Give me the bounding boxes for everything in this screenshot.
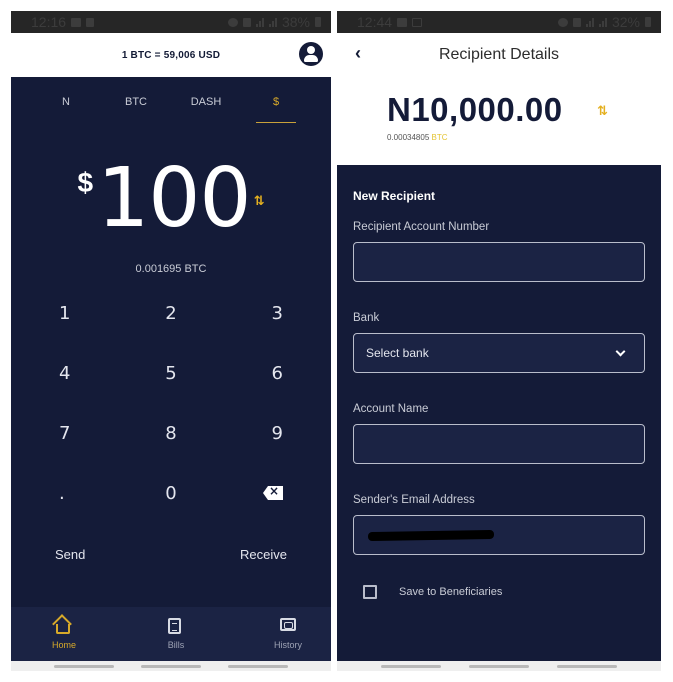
key-3[interactable]: 3 xyxy=(224,283,331,343)
nav-home[interactable]: Home xyxy=(39,618,89,650)
nav-history-label: History xyxy=(273,640,302,650)
currency-symbol: $ xyxy=(77,167,94,198)
alarm-icon xyxy=(557,17,568,27)
mute-icon xyxy=(572,17,581,27)
status-time: 12:16 xyxy=(31,14,67,30)
recipient-form: New Recipient Recipient Account Number B… xyxy=(337,165,661,661)
laptop-icon xyxy=(412,17,423,27)
account-number-label: Recipient Account Number xyxy=(353,221,490,233)
tab-btc[interactable]: BTC xyxy=(104,77,168,127)
notification-icon xyxy=(86,17,95,27)
tab-dash[interactable]: DASH xyxy=(174,77,238,127)
btc-equivalent: 0.001695 BTC xyxy=(135,263,207,275)
bank-label: Bank xyxy=(353,312,380,324)
nav-history[interactable]: History xyxy=(263,618,313,650)
transfer-amount: N10,000.00 ⇅ 0.00034805 BTC xyxy=(337,77,661,165)
swap-currency-icon[interactable]: ⇅ xyxy=(597,103,608,119)
bottom-navigation: Home Bills History xyxy=(11,607,331,661)
bank-select-placeholder: Select bank xyxy=(366,346,429,360)
status-bar: 12:44 32% xyxy=(337,11,661,33)
email-input[interactable] xyxy=(353,515,645,555)
exchange-rate: 1 BTC = 59,006 USD xyxy=(121,49,221,61)
nav-bills-label: Bills xyxy=(167,640,185,650)
key-6[interactable]: 6 xyxy=(224,343,331,403)
key-9[interactable]: 9 xyxy=(224,403,331,463)
account-number-input[interactable] xyxy=(353,242,645,282)
nav-home-label: Home xyxy=(51,640,76,650)
account-name-label: Account Name xyxy=(353,403,429,415)
battery-icon xyxy=(645,17,651,27)
key-0[interactable]: 0 xyxy=(118,463,225,523)
receive-button[interactable]: Receive xyxy=(240,547,287,562)
btc-equivalent: 0.00034805 BTC xyxy=(387,133,448,142)
recipient-details-screen: 12:44 32% ‹ Recipient Details N10,000.00… xyxy=(337,11,661,671)
key-backspace[interactable]: × xyxy=(224,463,331,523)
system-nav-recents[interactable] xyxy=(54,664,115,668)
back-icon[interactable]: ‹ xyxy=(355,43,361,64)
signal-icon-2 xyxy=(268,17,277,27)
nav-bills[interactable]: Bills xyxy=(151,618,201,650)
wallet-home-screen: 12:16 38% 1 BTC = 59,006 USD N BTC DASH … xyxy=(11,11,331,671)
page-title: Recipient Details xyxy=(438,46,560,63)
system-nav-bar xyxy=(11,661,331,671)
amount-entry-panel: N BTC DASH $ $ 100 ⇅ 0.001695 BTC 1 2 3 … xyxy=(11,77,331,607)
home-icon xyxy=(56,618,72,634)
btc-unit: BTC xyxy=(431,133,448,142)
currency-tabs: N BTC DASH $ xyxy=(11,77,331,127)
key-5[interactable]: 5 xyxy=(118,343,225,403)
save-beneficiary-row[interactable]: Save to Beneficiaries xyxy=(353,585,645,599)
key-4[interactable]: 4 xyxy=(11,343,118,403)
alarm-icon xyxy=(227,17,238,27)
numeric-keypad: 1 2 3 4 5 6 7 8 9 . 0 × xyxy=(11,283,331,523)
amount-value: N10,000.00 xyxy=(387,91,563,128)
key-1[interactable]: 1 xyxy=(11,283,118,343)
battery-percent: 32% xyxy=(611,14,640,30)
system-nav-recents[interactable] xyxy=(381,664,441,668)
key-decimal[interactable]: . xyxy=(11,463,118,523)
signal-icon xyxy=(255,17,264,27)
form-section-title: New Recipient xyxy=(353,189,436,203)
email-label: Sender's Email Address xyxy=(353,494,475,506)
key-8[interactable]: 8 xyxy=(118,403,225,463)
system-nav-home[interactable] xyxy=(140,664,201,668)
status-time: 12:44 xyxy=(357,14,393,30)
system-nav-back[interactable] xyxy=(557,664,617,668)
send-button[interactable]: Send xyxy=(55,547,85,562)
save-beneficiary-checkbox[interactable] xyxy=(363,585,377,599)
send-receive-actions: Send Receive xyxy=(11,547,331,562)
signal-icon-2 xyxy=(598,17,607,27)
system-nav-home[interactable] xyxy=(469,664,529,668)
app-header: 1 BTC = 59,006 USD xyxy=(11,33,331,77)
tab-naira[interactable]: N xyxy=(34,77,98,127)
key-2[interactable]: 2 xyxy=(118,283,225,343)
btc-value: 0.00034805 xyxy=(387,133,430,142)
backspace-icon: × xyxy=(262,486,283,500)
signal-icon xyxy=(585,17,594,27)
key-7[interactable]: 7 xyxy=(11,403,118,463)
chevron-down-icon xyxy=(615,346,626,356)
gallery-icon xyxy=(71,17,82,27)
status-bar: 12:16 38% xyxy=(11,11,331,33)
battery-percent: 38% xyxy=(281,14,310,30)
save-beneficiary-label: Save to Beneficiaries xyxy=(399,586,503,598)
bills-icon xyxy=(168,618,184,634)
amount-display: $ 100 ⇅ xyxy=(11,151,331,246)
amount-value: 100 xyxy=(97,151,252,246)
redacted-email-value xyxy=(367,529,495,541)
profile-icon[interactable] xyxy=(299,42,323,66)
system-nav-bar xyxy=(337,661,661,671)
wallet-icon xyxy=(280,618,296,634)
bank-select[interactable]: Select bank xyxy=(353,333,645,373)
tab-usd[interactable]: $ xyxy=(244,77,308,127)
battery-icon xyxy=(315,17,321,27)
gallery-icon xyxy=(397,17,408,27)
account-name-input[interactable] xyxy=(353,424,645,464)
app-header: ‹ Recipient Details xyxy=(337,33,661,77)
system-nav-back[interactable] xyxy=(227,664,288,668)
swap-currency-icon[interactable]: ⇅ xyxy=(254,193,265,209)
mute-icon xyxy=(242,17,251,27)
